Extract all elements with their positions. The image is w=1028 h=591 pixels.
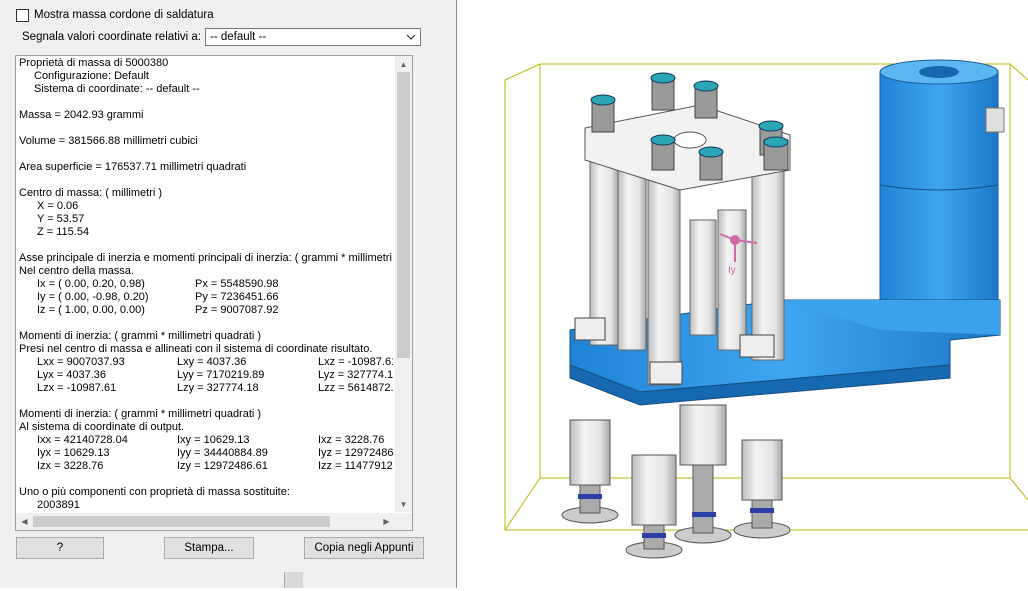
result-override-item: 2003891 [37, 499, 80, 511]
result-mass: Massa = 2042.93 grammi [19, 109, 144, 121]
help-button[interactable]: ? [16, 537, 104, 559]
panel-splitter[interactable] [446, 0, 457, 588]
scroll-right-icon[interactable]: ▶ [378, 513, 395, 529]
triad-axis-label: Iy [728, 265, 736, 276]
scroll-left-icon[interactable]: ◀ [16, 513, 33, 529]
blue-cylinder-part [879, 59, 1005, 323]
vertical-scroll-thumb[interactable] [397, 72, 410, 358]
suction-cups [561, 404, 791, 559]
result-override-title: Uno o più componenti con proprietà di ma… [19, 486, 290, 498]
result-output-title: Momenti di inerzia: ( grammi * millimetr… [19, 408, 262, 420]
output-row: Iyx = 10629.13 Iyy = 34440884.89 Iyz = 129… [37, 447, 393, 459]
result-center-y: Y = 53.57 [37, 213, 85, 225]
print-button[interactable]: Stampa... [164, 537, 254, 559]
result-moments-sub: Presi nel centro di massa e allineati co… [19, 343, 373, 355]
result-principal-sub: Nel centro della massa. [19, 265, 134, 277]
output-row: Ixx = 42140728.04 Ixy = 10629.13 Ixz = 322… [37, 434, 385, 446]
moments-row: Lyx = 4037.36 Lyy = 7170219.89 Lyz = 32777… [37, 369, 393, 381]
result-center-title: Centro di massa: ( millimetri ) [19, 187, 163, 199]
coordinate-row: Segnala valori coordinate relativi a: --… [22, 28, 421, 46]
result-surface: Area superficie = 176537.71 millimetri q… [19, 161, 247, 173]
horizontal-scroll-thumb[interactable] [33, 516, 330, 527]
moments-row: Lzx = -10987.61 Lzy = 327774.18 Lzz = 5614… [37, 382, 393, 394]
mass-properties-panel: Mostra massa cordone di saldatura Segnal… [0, 0, 446, 588]
result-principal-title: Asse principale di inerzia e momenti pri… [19, 252, 393, 264]
show-weld-mass-option[interactable]: Mostra massa cordone di saldatura [16, 7, 214, 23]
result-moments-title: Momenti di inerzia: ( grammi * millimetr… [19, 330, 262, 342]
result-configuration: Configurazione: Default [34, 70, 149, 82]
graphics-area[interactable]: Iy [457, 0, 1028, 588]
show-weld-mass-label: Mostra massa cordone di saldatura [34, 9, 214, 21]
principal-row: Ix = ( 0.00, 0.20, 0.98) Px = 5548590.98 [37, 278, 279, 290]
results-box[interactable]: Proprietà di massa di 5000380 Configuraz… [15, 55, 413, 531]
vertical-scrollbar[interactable]: ▲ ▼ [395, 56, 412, 512]
copy-to-clipboard-button[interactable]: Copia negli Appunti [304, 537, 424, 559]
result-coordinate-system: Sistema di coordinate: -- default -- [34, 83, 200, 95]
coordinate-label: Segnala valori coordinate relativi a: [22, 31, 201, 43]
coordinate-select-value: -- default -- [210, 31, 267, 43]
assembly-model: Iy [504, 59, 1028, 559]
scroll-up-icon[interactable]: ▲ [395, 56, 412, 72]
results-text: Proprietà di massa di 5000380 Configuraz… [19, 57, 393, 513]
chevron-down-icon [406, 34, 416, 40]
principal-row: Iy = ( 0.00, -0.98, 0.20) Py = 7236451.66 [37, 291, 279, 303]
scroll-corner [395, 513, 412, 530]
moments-row: Lxx = 9007037.93 Lxy = 4037.36 Lxz = -1098… [37, 356, 393, 368]
principal-row: Iz = ( 1.00, 0.00, 0.00) Pz = 9007087.92 [37, 304, 279, 316]
scroll-down-icon[interactable]: ▼ [395, 496, 412, 512]
show-weld-mass-checkbox[interactable] [16, 8, 29, 22]
result-title: Proprietà di massa di 5000380 [19, 57, 169, 69]
horizontal-scrollbar[interactable]: ◀ ▶ [16, 513, 395, 530]
result-output-sub: Al sistema di coordinate di output. [19, 421, 185, 433]
panel-scroll-stub [284, 572, 303, 588]
result-center-x: X = 0.06 [37, 200, 79, 212]
coordinate-select[interactable]: -- default -- [205, 28, 421, 46]
result-volume: Volume = 381566.88 millimetri cubici [19, 135, 198, 147]
output-row: Izx = 3228.76 Izy = 12972486.61 Izz = 1147… [37, 460, 393, 472]
result-center-z: Z = 115.54 [37, 226, 90, 238]
